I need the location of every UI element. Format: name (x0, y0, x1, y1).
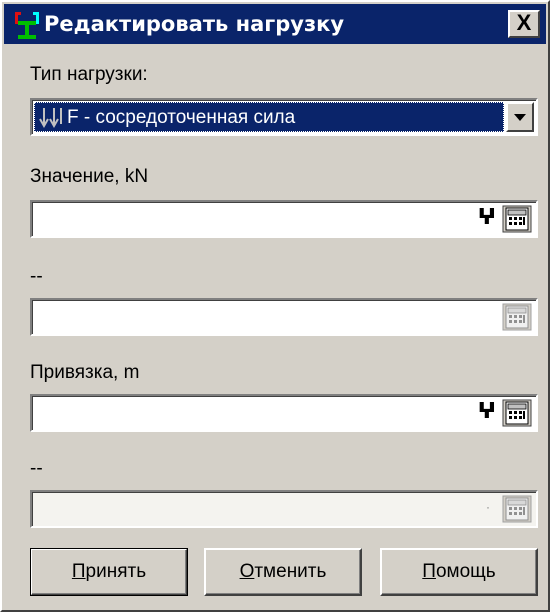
value-label: Значение, kN (30, 166, 149, 187)
value-field[interactable]: ⵖ (30, 200, 538, 238)
second-anchor-label: -- (30, 458, 43, 479)
point-load-arrows-icon (39, 108, 62, 129)
spin-marker: · (486, 500, 490, 514)
help-label: омощь (435, 561, 496, 582)
calculator-icon-disabled (502, 495, 532, 523)
second-value-label: -- (30, 266, 43, 287)
help-button[interactable]: Помощь (380, 548, 538, 596)
cancel-button[interactable]: Отменить (204, 548, 362, 596)
second-value-field[interactable] (30, 298, 538, 336)
close-button[interactable]: X (508, 10, 540, 38)
load-type-label: Тип нагрузки: (30, 64, 148, 85)
load-type-dropdown-button[interactable] (506, 102, 534, 132)
dropdown-arrow-icon (514, 114, 526, 121)
edit-cursor-icon: ⵖ (477, 399, 496, 424)
calculator-icon-disabled (502, 303, 532, 331)
load-type-selected[interactable]: F - сосредоточенная сила (34, 102, 504, 132)
second-anchor-field[interactable]: · (30, 490, 538, 528)
title-bar[interactable]: Редактировать нагрузку X (4, 4, 546, 44)
anchor-label: Привязка, m (30, 362, 140, 383)
edit-cursor-icon: ⵖ (477, 205, 496, 230)
load-type-combobox[interactable]: F - сосредоточенная сила (30, 98, 538, 136)
accept-label: ринять (85, 561, 147, 582)
anchor-field[interactable]: ⵖ (30, 394, 538, 432)
close-icon: X (516, 10, 532, 35)
cancel-mnemonic: О (239, 561, 255, 582)
cancel-label: тменить (254, 561, 327, 582)
accept-mnemonic: П (71, 561, 86, 582)
beam-load-app-icon (15, 12, 39, 39)
calculator-icon[interactable] (502, 399, 532, 427)
help-mnemonic: П (422, 561, 436, 582)
load-type-value: F - сосредоточенная сила (67, 107, 296, 128)
calculator-icon[interactable] (502, 205, 532, 233)
accept-button[interactable]: Принять (30, 548, 188, 596)
window-title: Редактировать нагрузку (44, 12, 345, 36)
edit-load-dialog: Редактировать нагрузку X Тип нагрузки: F… (0, 0, 550, 612)
